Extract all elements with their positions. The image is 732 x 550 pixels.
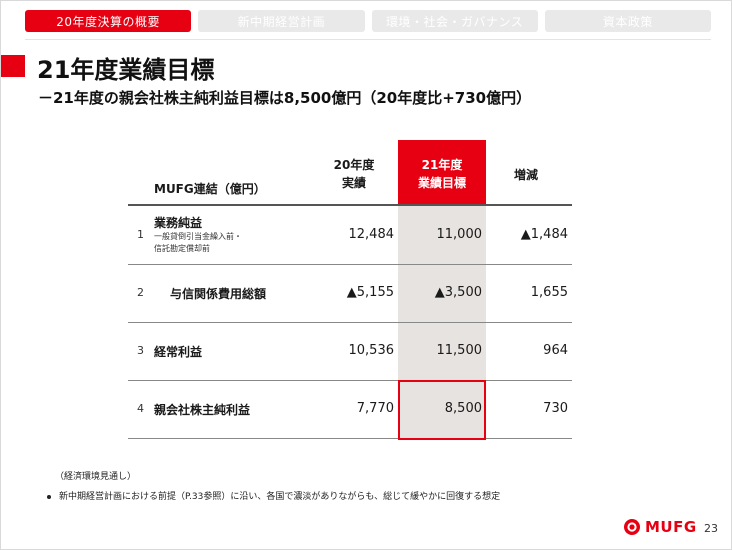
row-label: 経常利益 [154, 345, 203, 359]
page-title: 21年度業績目標 [37, 56, 215, 84]
table-row: 3 経常利益 10,536 11,500 964 [128, 322, 572, 380]
diff-value: ▲1,484 [520, 227, 568, 242]
fy21-value: ▲3,500 [434, 285, 482, 300]
footnote-bullet: 新中期経営計画における前提（P.33参照）に沿い、各国で濃淡がありながらも、総じ… [47, 489, 500, 502]
page-subtitle: －21年度の親会社株主純利益目標は8,500億円（20年度比+730億円） [38, 89, 532, 107]
fy20-value: ▲5,155 [346, 285, 394, 300]
table-row: 2 与信関係費用総額 ▲5,155 ▲3,500 1,655 [128, 264, 572, 322]
tab-capital-policy[interactable]: 資本政策 [544, 10, 711, 32]
fy21-column-header: 21年度 業績目標 [417, 158, 466, 190]
mufg-logo-icon [624, 519, 640, 535]
page-number: 23 [704, 522, 718, 535]
row-note: 一般貸倒引当金繰入前・ 信託勘定償却前 [154, 232, 242, 253]
row-number: 4 [137, 402, 144, 415]
fy20-column-header: 20年度 実績 [333, 158, 375, 190]
diff-value: 1,655 [530, 285, 568, 300]
row-label: 親会社株主純利益 [154, 403, 251, 417]
table-row: 4 親会社株主純利益 7,770 8,500 730 [128, 380, 572, 438]
title-accent-bar [1, 55, 25, 77]
bullet-dot-icon [47, 494, 51, 499]
row-number: 2 [137, 286, 144, 299]
section-tabs: 20年度決算の概要 新中期経営計画 環境・社会・ガバナンス 資本政策 [25, 10, 711, 37]
row-label: 業務純益 [154, 216, 203, 230]
mufg-logo: MUFG [623, 518, 697, 536]
row-number: 1 [137, 228, 144, 241]
tabs-divider [25, 39, 711, 40]
targets-table: MUFG連結（億円） 20年度 実績 21年度 業績目標 増減 1 業務純益 一… [128, 140, 572, 440]
footnote-heading: （経済環境見通し） [55, 472, 137, 482]
tab-mid-term-plan[interactable]: 新中期経営計画 [198, 10, 365, 32]
row-divider [128, 438, 572, 439]
net-income-target-highlight-box [398, 380, 486, 440]
logo-text: MUFG [645, 518, 697, 536]
tab-esg[interactable]: 環境・社会・ガバナンス [371, 10, 538, 32]
fy20-value: 7,770 [356, 401, 394, 416]
fy20-value: 10,536 [348, 343, 395, 358]
fy21-value: 11,500 [436, 343, 483, 358]
diff-value: 730 [543, 401, 568, 416]
table-row: 1 業務純益 一般貸倒引当金繰入前・ 信託勘定償却前 12,484 11,000… [128, 206, 572, 264]
tab-fy20-results[interactable]: 20年度決算の概要 [25, 10, 192, 32]
slide: 20年度決算の概要 新中期経営計画 環境・社会・ガバナンス 資本政策 21年度業… [0, 0, 732, 550]
diff-column-header: 増減 [514, 168, 539, 182]
row-number: 3 [137, 344, 144, 357]
row-label: 与信関係費用総額 [170, 287, 267, 301]
unit-label: MUFG連結（億円） [154, 182, 266, 196]
diff-value: 964 [543, 343, 568, 358]
fy20-value: 12,484 [348, 227, 395, 242]
fy21-value: 11,000 [436, 227, 483, 242]
